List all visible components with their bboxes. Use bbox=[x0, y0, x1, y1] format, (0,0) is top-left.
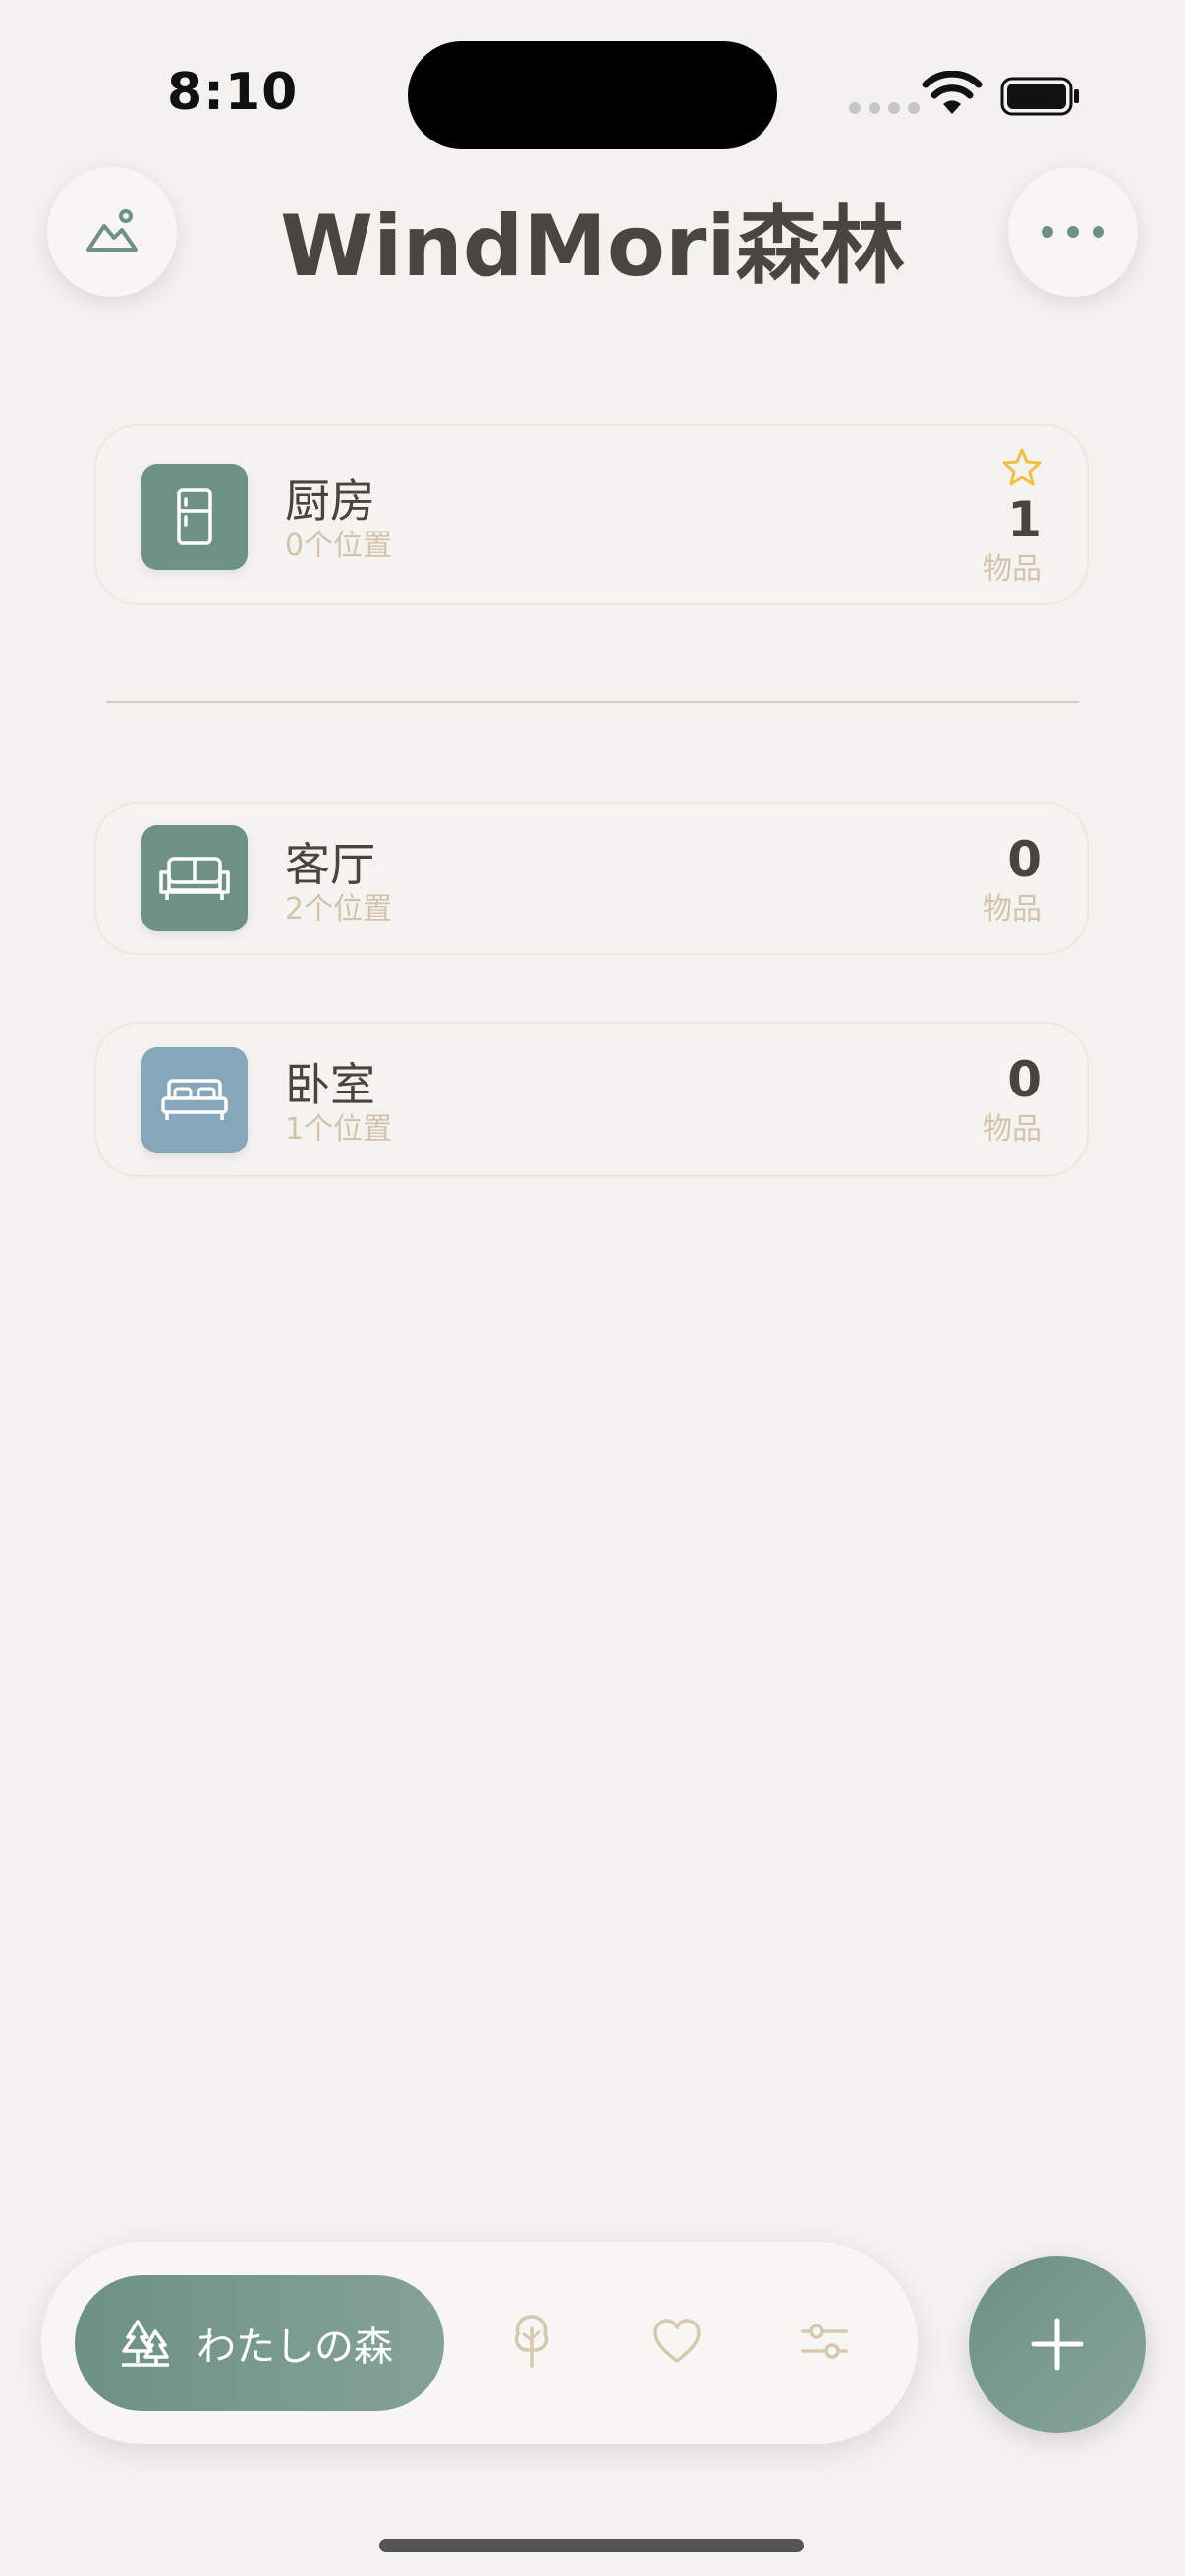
page-title: WindMori森林 bbox=[280, 197, 905, 296]
room-card-kitchen[interactable]: 厨房 0个位置 1 物品 bbox=[94, 424, 1089, 605]
room-card-living-room[interactable]: 客厅 2个位置 0 物品 bbox=[94, 802, 1089, 955]
home-indicator[interactable] bbox=[379, 2539, 804, 2552]
wifi-icon bbox=[922, 71, 983, 114]
tree-icon bbox=[514, 2315, 549, 2368]
forest-icon bbox=[122, 2320, 169, 2367]
tab-tree[interactable] bbox=[497, 2307, 566, 2376]
tab-settings[interactable] bbox=[790, 2307, 859, 2376]
room-location-count: 0个位置 bbox=[285, 529, 393, 563]
room-card-bedroom[interactable]: 卧室 1个位置 0 物品 bbox=[94, 1022, 1089, 1177]
add-button[interactable] bbox=[969, 2256, 1146, 2433]
dynamic-island bbox=[408, 41, 777, 149]
battery-icon bbox=[1000, 77, 1079, 116]
heart-icon bbox=[653, 2319, 701, 2363]
item-count: 0 bbox=[1007, 831, 1042, 888]
plus-icon bbox=[1031, 2318, 1084, 2371]
more-button[interactable] bbox=[1008, 167, 1138, 297]
tab-favorites[interactable] bbox=[643, 2307, 711, 2376]
bed-icon bbox=[141, 1047, 248, 1153]
sliders-icon bbox=[801, 2324, 848, 2359]
bottom-tab-bar: わたしの森 bbox=[41, 2242, 918, 2444]
item-count: 1 bbox=[1007, 491, 1042, 548]
room-location-count: 2个位置 bbox=[285, 892, 393, 926]
fridge-icon bbox=[141, 464, 248, 570]
item-count-label: 物品 bbox=[983, 1112, 1042, 1147]
tab-my-forest[interactable]: わたしの森 bbox=[75, 2275, 444, 2411]
item-count-label: 物品 bbox=[983, 892, 1042, 926]
sofa-icon bbox=[141, 825, 248, 931]
tab-my-forest-label: わたしの森 bbox=[197, 2324, 393, 2370]
item-count-label: 物品 bbox=[983, 552, 1042, 587]
cellular-signal-icon bbox=[849, 102, 920, 114]
status-time: 8:10 bbox=[167, 63, 299, 122]
more-dots-icon bbox=[1042, 226, 1104, 238]
item-count: 0 bbox=[1007, 1051, 1042, 1108]
room-location-count: 1个位置 bbox=[285, 1112, 393, 1147]
divider bbox=[106, 701, 1079, 703]
star-icon[interactable] bbox=[1000, 446, 1044, 489]
